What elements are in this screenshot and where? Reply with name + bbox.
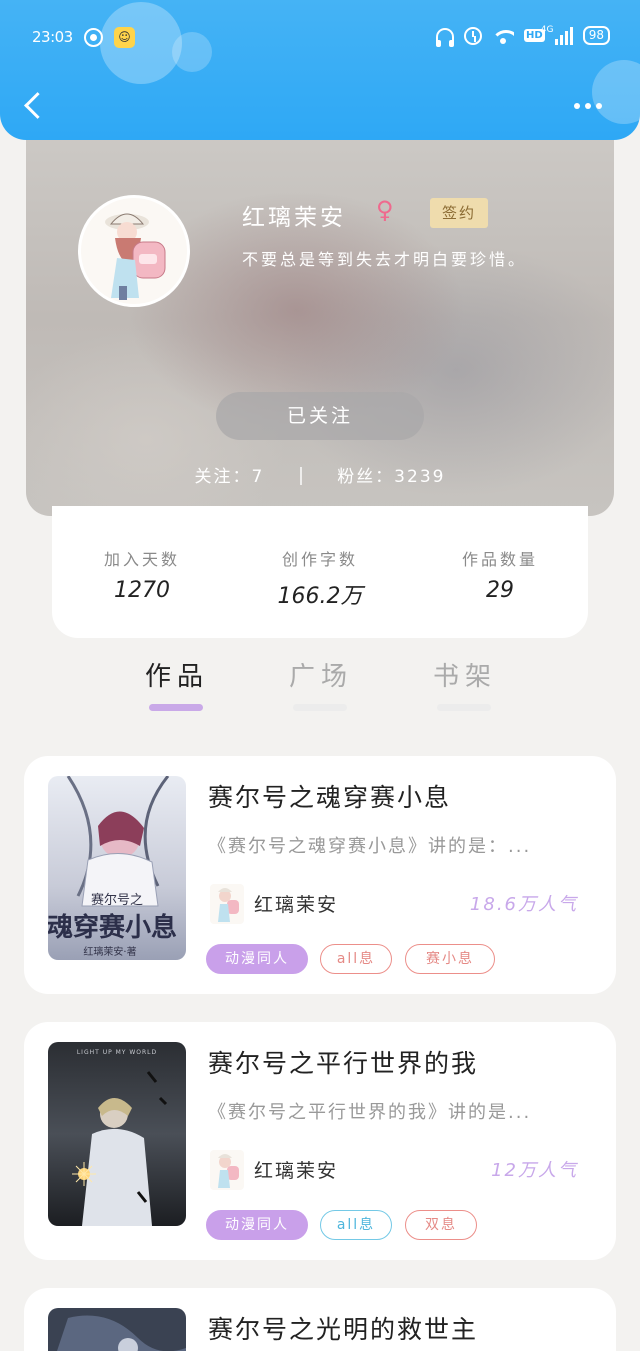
back-button[interactable] xyxy=(22,90,46,120)
tab-indicator-bookshelf xyxy=(437,704,491,711)
status-time: 23:03 xyxy=(32,28,73,46)
fans-count[interactable]: 粉丝：3239 xyxy=(337,467,445,487)
signal-icon: 4G xyxy=(541,25,573,45)
book-title[interactable]: 赛尔号之平行世界的我 xyxy=(208,1044,478,1080)
contract-badge: 签约 xyxy=(430,198,488,228)
stat-label: 加入天数 xyxy=(103,550,180,569)
book-card[interactable]: LIGHT UP MY WORLD 赛尔号之平行世界的我 《赛尔号之平行世界的我… xyxy=(24,1022,616,1260)
cover-author: 红璃茉安·著 xyxy=(83,945,136,958)
book-description: 《赛尔号之平行世界的我》讲的是... xyxy=(208,1102,532,1123)
netease-music-icon xyxy=(84,28,103,47)
book-tag[interactable]: all息 xyxy=(320,944,392,974)
book-popularity: 12万人气 xyxy=(491,1160,578,1181)
book-cover[interactable] xyxy=(48,1308,186,1351)
top-header: 23:03 ☺ HD 4G 98 xyxy=(0,0,640,140)
author-name: 红璃茉安 xyxy=(242,205,346,231)
tab-works[interactable]: 作品 xyxy=(132,656,222,693)
book-cover[interactable]: LIGHT UP MY WORLD xyxy=(48,1042,186,1226)
stat-value: 1270 xyxy=(114,578,170,603)
author-avatar xyxy=(210,884,244,924)
book-cover-image: 赛尔号之 魂穿赛小息 红璃茉安·著 xyxy=(48,776,186,960)
stats-card: 加入天数 1270 创作字数 166.2万 作品数量 29 xyxy=(52,506,588,638)
cover-subtitle: 赛尔号之 xyxy=(91,892,143,908)
alarm-icon xyxy=(464,26,483,45)
book-cover[interactable]: 赛尔号之 魂穿赛小息 红璃茉安·著 xyxy=(48,776,186,960)
more-options-button[interactable] xyxy=(574,96,614,116)
stat-value: 166.2万 xyxy=(277,584,363,609)
follow-counts: 关注：7 粉丝：3239 xyxy=(26,462,614,487)
book-description: 《赛尔号之魂穿赛小息》讲的是：... xyxy=(208,836,532,857)
book-tag[interactable]: 动漫同人 xyxy=(206,1210,308,1240)
status-bar: 23:03 ☺ HD 4G 98 xyxy=(0,25,640,52)
wifi-icon xyxy=(492,28,515,44)
stat-label: 作品数量 xyxy=(461,550,538,569)
followed-button[interactable]: 已关注 xyxy=(216,392,424,440)
book-card[interactable]: 赛尔号之 魂穿赛小息 红璃茉安·著 赛尔号之魂穿赛小息 《赛尔号之魂穿赛小息》讲… xyxy=(24,756,616,994)
book-tag[interactable]: all息 xyxy=(320,1210,392,1240)
book-card[interactable]: 赛尔号之光明的救世主 xyxy=(24,1288,616,1351)
stat-work-count: 作品数量 29 xyxy=(410,546,590,603)
cover-title: LIGHT UP MY WORLD xyxy=(77,1049,157,1056)
tab-indicator-square xyxy=(293,704,347,711)
avatar-image xyxy=(81,198,187,304)
network-type: 4G xyxy=(540,24,554,35)
cover-title: 魂穿赛小息 xyxy=(48,912,177,943)
book-tag[interactable]: 动漫同人 xyxy=(206,944,308,974)
book-cover-image xyxy=(48,1308,186,1351)
tab-square[interactable]: 广场 xyxy=(276,656,366,693)
stat-label: 创作字数 xyxy=(281,550,358,569)
book-tag[interactable]: 赛小息 xyxy=(405,944,495,974)
stat-join-days: 加入天数 1270 xyxy=(52,546,232,603)
book-title[interactable]: 赛尔号之魂穿赛小息 xyxy=(208,778,451,814)
book-title[interactable]: 赛尔号之光明的救世主 xyxy=(208,1310,478,1346)
tab-indicator-works xyxy=(149,704,203,711)
status-icons: HD 4G 98 xyxy=(436,25,610,47)
following-count[interactable]: 关注：7 xyxy=(195,467,265,487)
female-icon: ♀ xyxy=(376,196,394,224)
headphones-icon xyxy=(436,27,455,47)
book-author: 红璃茉安 xyxy=(254,894,339,916)
book-tag[interactable]: 双息 xyxy=(405,1210,477,1240)
profile-card: 红璃茉安 ♀ 签约 不要总是等到失去才明白要珍惜。 已关注 关注：7 粉丝：32… xyxy=(26,120,614,516)
battery-icon: 98 xyxy=(582,26,610,45)
book-author: 红璃茉安 xyxy=(254,1160,339,1182)
stat-value: 29 xyxy=(486,578,514,603)
tab-bookshelf[interactable]: 书架 xyxy=(420,656,510,693)
avatar[interactable] xyxy=(78,195,190,307)
author-avatar xyxy=(210,1150,244,1190)
author-bio: 不要总是等到失去才明白要珍惜。 xyxy=(242,250,528,269)
book-popularity: 18.6万人气 xyxy=(469,894,578,915)
divider xyxy=(299,467,302,485)
app-notification-icon: ☺ xyxy=(114,27,135,48)
book-cover-image: LIGHT UP MY WORLD xyxy=(48,1042,186,1226)
stat-word-count: 创作字数 166.2万 xyxy=(230,546,410,610)
